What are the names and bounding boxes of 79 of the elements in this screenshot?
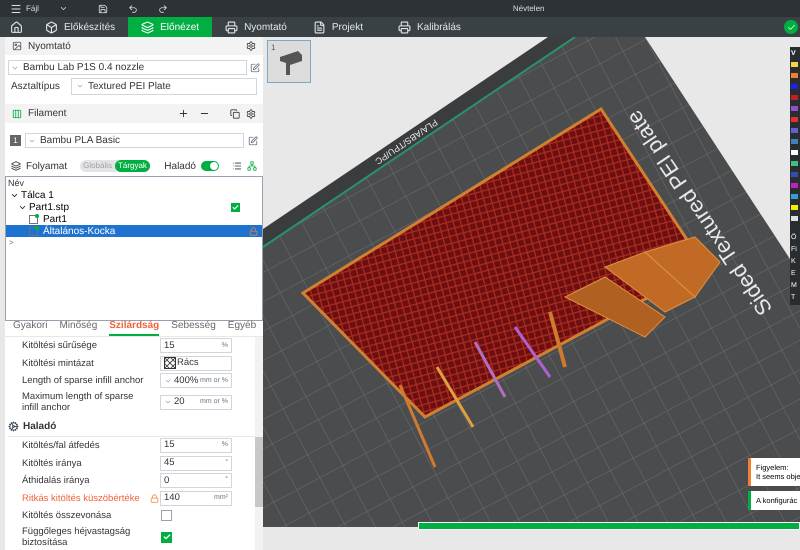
layers-icon — [11, 161, 21, 171]
plate-number: 1 — [271, 42, 276, 54]
tree-item-name: Tálca 1 — [21, 188, 54, 202]
part-icon — [29, 226, 38, 236]
section-title: Folyamat — [26, 160, 68, 174]
setting-label: Ritkás kitöltés küszöbértéke — [22, 492, 141, 504]
setting-label: Kitöltési sűrűsége — [22, 340, 98, 352]
plate-dropdown[interactable]: Textured PEI Plate — [71, 78, 257, 94]
part-icon — [29, 214, 38, 224]
lock-icon — [249, 226, 258, 236]
lock-icon — [150, 494, 158, 503]
tree-icon[interactable] — [247, 161, 257, 171]
field-label: Asztaltípus — [11, 80, 61, 94]
settings-icon[interactable] — [246, 41, 256, 51]
advanced-switch[interactable] — [201, 161, 219, 171]
edit-icon[interactable] — [250, 62, 260, 72]
grid-pattern-icon — [164, 357, 176, 370]
printer-icon — [398, 20, 411, 34]
main-tab[interactable]: Projekt — [300, 17, 385, 37]
settings-tab[interactable]: Gyakori — [13, 318, 48, 336]
tree-row[interactable]: Part1 — [6, 213, 262, 225]
filament-dropdown[interactable]: Bambu PLA Basic — [25, 133, 244, 148]
window-title: Névtelen — [512, 2, 544, 14]
undo-icon[interactable] — [128, 4, 138, 14]
printer-dropdown[interactable]: Bambu Lab P1S 0.4 nozzle — [8, 60, 247, 75]
layers-icon — [141, 20, 154, 34]
section-title: Nyomtató — [28, 40, 71, 54]
file-menu[interactable]: Fájl — [26, 2, 39, 14]
settings-tab[interactable]: Minőség — [59, 318, 98, 336]
settings-tab[interactable]: Sebesség — [171, 318, 216, 336]
chevron-down-icon[interactable] — [58, 4, 68, 13]
tree-item-name: Part1.stp — [29, 200, 70, 214]
column-header: Név — [7, 177, 26, 189]
spools-icon — [12, 108, 22, 118]
setting-field[interactable]: Rács — [160, 356, 232, 371]
setting-label: Length of sparse infill anchor — [22, 375, 144, 386]
edit-icon[interactable] — [248, 136, 258, 146]
plate-thumbnail[interactable]: 1 — [267, 40, 311, 83]
setting-label: Maximum length of sparse infill anchor — [22, 391, 134, 414]
filament-number: 1 — [10, 135, 21, 146]
save-icon[interactable] — [98, 4, 108, 14]
setting-label: Áthidalás iránya — [22, 475, 91, 486]
checkbox[interactable] — [161, 510, 172, 522]
home-icon — [10, 20, 22, 34]
redo-icon[interactable] — [158, 4, 168, 14]
section-heading: Haladó — [23, 420, 56, 434]
image-icon — [12, 41, 22, 51]
tree-row[interactable]: Általános-Kocka — [6, 225, 262, 237]
setting-label: Kitöltési mintázat — [22, 358, 95, 369]
chevron-down-icon — [76, 82, 84, 90]
tree-item-name: Általános-Kocka — [43, 224, 116, 238]
setting-label: Kitöltés iránya — [22, 458, 83, 469]
advanced-label: Haladó — [164, 160, 196, 174]
setting-label: Függőleges héjvastagság biztosítása — [22, 526, 132, 548]
status-check-button[interactable] — [784, 20, 798, 34]
scrollbar[interactable] — [255, 337, 263, 550]
menu-icon[interactable] — [10, 2, 22, 14]
printer-icon — [225, 20, 238, 34]
setting-label: Kitöltés/fal átfedés — [22, 440, 101, 451]
checkbox[interactable] — [231, 202, 240, 212]
box-icon — [45, 20, 58, 34]
checkbox[interactable] — [161, 532, 172, 543]
settings-tab[interactable]: Egyéb — [228, 318, 256, 336]
tree-item-name: Part1 — [43, 212, 67, 225]
setting-label: Kitöltés összevonása — [22, 510, 112, 522]
expand-arrow[interactable]: > — [6, 237, 17, 249]
check-icon — [786, 22, 796, 32]
tree-row[interactable]: Part1.stp — [6, 201, 262, 213]
part-thumbnail-icon — [278, 49, 304, 77]
tree-row[interactable]: Tálca 1 — [6, 189, 262, 201]
main-tab[interactable]: Nyomtató — [212, 17, 300, 37]
section-title: Filament — [28, 107, 66, 121]
document-icon — [312, 20, 326, 34]
list-icon[interactable] — [232, 161, 242, 171]
main-tab[interactable]: Kalibrálás — [384, 17, 474, 37]
add-icon[interactable] — [178, 108, 189, 119]
main-tab[interactable]: Előkészítés — [32, 17, 128, 37]
settings-icon[interactable] — [246, 108, 256, 118]
copy-icon[interactable] — [230, 108, 240, 118]
